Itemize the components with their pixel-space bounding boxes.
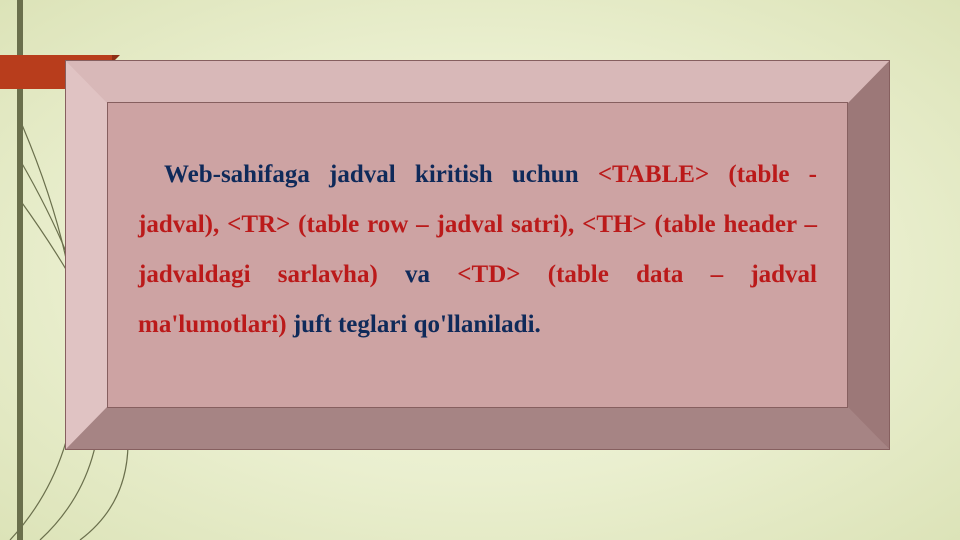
content-panel: Web-sahifaga jadval kiritish uchun <TABL… bbox=[107, 102, 848, 408]
slide: Web-sahifaga jadval kiritish uchun <TABL… bbox=[0, 0, 960, 540]
bevel-top bbox=[65, 60, 890, 103]
text-seg-1: Web-sahifaga jadval kiritish uchun bbox=[164, 161, 598, 188]
text-seg-3: va bbox=[378, 261, 458, 288]
bevel-bottom bbox=[65, 407, 890, 450]
bevel-frame: Web-sahifaga jadval kiritish uchun <TABL… bbox=[65, 60, 890, 450]
text-seg-5: juft teglari qo'llaniladi. bbox=[287, 311, 541, 338]
bevel-right bbox=[847, 60, 890, 450]
body-text: Web-sahifaga jadval kiritish uchun <TABL… bbox=[138, 150, 817, 350]
bevel-left bbox=[65, 60, 108, 450]
